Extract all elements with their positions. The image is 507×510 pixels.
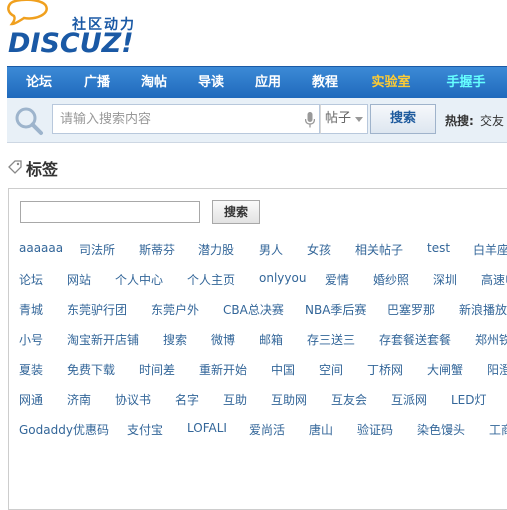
tag-link[interactable]: 网通 (19, 391, 43, 408)
tag-link[interactable]: 郑州铁 (475, 331, 507, 348)
tag-link[interactable]: 东莞驴行团 (67, 301, 127, 318)
nav-item-handshake[interactable]: 手握手 (437, 67, 495, 99)
tag-link[interactable]: 中国 (271, 361, 295, 378)
tag-link[interactable]: 阳澄 (487, 361, 507, 378)
tag-link[interactable]: onlyyou (259, 271, 306, 285)
tag-link[interactable]: 个人主页 (187, 271, 235, 288)
tag-link[interactable]: 论坛 (19, 271, 43, 288)
search-type-value: 帖子 (325, 111, 352, 126)
nav-item-apps[interactable]: 应用 (246, 67, 290, 99)
tag-link[interactable]: 名字 (175, 391, 199, 408)
tag-link[interactable]: 相关帖子 (355, 241, 403, 258)
tag-link[interactable]: 小号 (19, 331, 43, 348)
tag-link[interactable]: 免费下载 (67, 361, 115, 378)
tag-link[interactable]: 巴塞罗那 (387, 301, 435, 318)
tag-link[interactable]: 存套餐送套餐 (379, 331, 451, 348)
tag-link[interactable]: 时间差 (139, 361, 175, 378)
tag-link[interactable]: 夏装 (19, 361, 43, 378)
tag-link[interactable]: test (427, 241, 450, 255)
nav-item-lab[interactable]: 实验室 (362, 67, 420, 99)
nav-item-forum[interactable]: 论坛 (17, 67, 61, 99)
search-button[interactable]: 搜索 (370, 104, 436, 134)
tag-link[interactable]: 东莞户外 (151, 301, 199, 318)
tag-link[interactable]: 斯蒂芬 (139, 241, 175, 258)
tag-panel: 搜索 aaaaaa 司法所 斯蒂芬 潜力股 男人 女孩 相关帖子 test 白羊… (8, 188, 507, 510)
tag-link[interactable]: 互派网 (391, 391, 427, 408)
tag-link[interactable]: 工商 (489, 421, 507, 438)
tag-icon (8, 160, 22, 174)
search-box (52, 104, 320, 134)
tag-link[interactable]: 大闸蟹 (427, 361, 463, 378)
tag-link[interactable]: 司法所 (79, 241, 115, 258)
tag-link[interactable]: 验证码 (357, 421, 393, 438)
tag-link[interactable]: 唐山 (309, 421, 333, 438)
nav-item-broadcast[interactable]: 广播 (75, 67, 119, 99)
tag-link[interactable]: LOFALI (187, 421, 227, 435)
chevron-down-icon (355, 117, 363, 122)
tag-link[interactable]: 个人中心 (115, 271, 163, 288)
tag-link[interactable]: 新浪播放 (459, 301, 507, 318)
logo-wordmark: DISCUZ! (8, 28, 134, 59)
tag-link[interactable]: 微博 (211, 331, 235, 348)
tag-search-input[interactable] (20, 201, 200, 223)
search-bar: 帖子 搜索 热搜: 交友 (7, 98, 507, 143)
tag-link[interactable]: 搜索 (163, 331, 187, 348)
tag-link[interactable]: 重新开始 (199, 361, 247, 378)
tag-link[interactable]: 爱情 (325, 271, 349, 288)
nav-item-guide[interactable]: 导读 (189, 67, 233, 99)
tag-link[interactable]: 淘宝新开店铺 (67, 331, 139, 348)
hot-search-label: 热搜: (445, 114, 474, 128)
tag-link[interactable]: 邮箱 (259, 331, 283, 348)
nav-item-collections[interactable]: 淘帖 (132, 67, 176, 99)
header: 社区动力 DISCUZ! (0, 0, 507, 66)
tag-link[interactable]: 存三送三 (307, 331, 355, 348)
tag-link[interactable]: 染色馒头 (417, 421, 465, 438)
tag-link[interactable]: 济南 (67, 391, 91, 408)
tag-link[interactable]: 深圳 (433, 271, 457, 288)
tag-link[interactable]: 青城 (19, 301, 43, 318)
tag-link[interactable]: Godaddy优惠码 (19, 421, 109, 438)
tag-link[interactable]: 高速申 (481, 271, 507, 288)
tag-link[interactable]: 互助 (223, 391, 247, 408)
tag-link[interactable]: 网站 (67, 271, 91, 288)
tag-link[interactable]: 互助网 (271, 391, 307, 408)
microphone-icon[interactable] (305, 112, 315, 128)
tag-link[interactable]: 支付宝 (127, 421, 163, 438)
tag-link[interactable]: 协议书 (115, 391, 151, 408)
page-title-text: 标签 (26, 160, 59, 179)
hot-search-link[interactable]: 交友 (480, 112, 504, 129)
discuz-logo[interactable]: 社区动力 DISCUZ! (6, 0, 146, 66)
tag-link[interactable]: 白羊座 (473, 241, 507, 258)
tag-link[interactable]: 互友会 (331, 391, 367, 408)
search-type-select[interactable]: 帖子 (320, 104, 368, 134)
tag-link[interactable]: 爱尚活 (249, 421, 285, 438)
tag-link[interactable]: 男人 (259, 241, 283, 258)
search-input[interactable] (53, 105, 293, 133)
tag-link[interactable]: 婚纱照 (373, 271, 409, 288)
tag-link[interactable]: NBA季后赛 (305, 301, 366, 318)
tag-link[interactable]: CBA总决赛 (223, 301, 284, 318)
tag-link[interactable]: 女孩 (307, 241, 331, 258)
tag-link[interactable]: 空间 (319, 361, 343, 378)
search-icon (15, 107, 43, 135)
tag-link[interactable]: 丁桥网 (367, 361, 403, 378)
nav-item-tutorial[interactable]: 教程 (303, 67, 347, 99)
main-nav: 论坛 广播 淘帖 导读 应用 教程 实验室 手握手 (7, 66, 507, 99)
tag-search-button[interactable]: 搜索 (212, 200, 260, 224)
tag-link[interactable]: LED灯 (451, 391, 487, 408)
tag-link[interactable]: 潜力股 (198, 241, 234, 258)
tag-link[interactable]: aaaaaa (19, 241, 63, 255)
